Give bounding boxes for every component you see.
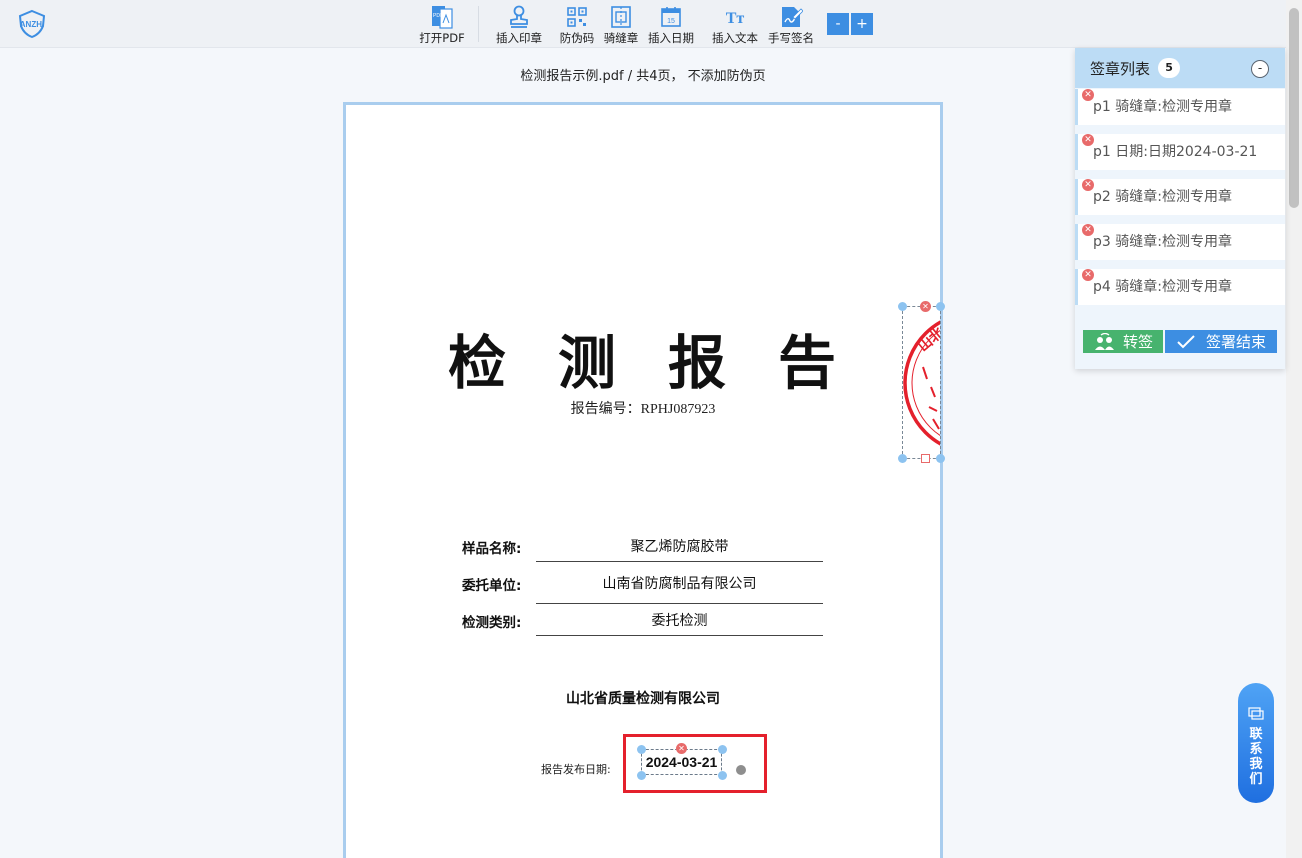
collapse-button[interactable]: - xyxy=(1251,60,1269,78)
seam-seal-icon xyxy=(611,6,631,28)
resize-handle[interactable] xyxy=(637,771,646,780)
resize-handle[interactable] xyxy=(898,454,907,463)
delete-item-icon[interactable]: ✕ xyxy=(1082,224,1094,236)
insert-date-button[interactable]: 15 插入日期 xyxy=(646,3,696,45)
resize-handle[interactable] xyxy=(718,771,727,780)
test-category-label: 检测类别: xyxy=(462,615,522,631)
seal-item-label: p1 骑缝章:检测专用章 xyxy=(1093,99,1232,115)
client-unit-label: 委托单位: xyxy=(462,578,522,594)
drag-dot[interactable] xyxy=(736,765,746,775)
delete-item-icon[interactable]: ✕ xyxy=(1082,179,1094,191)
anzhi-logo-icon: ANZHI xyxy=(12,9,52,39)
zoom-out-button[interactable]: - xyxy=(827,13,849,35)
seal-list-item[interactable]: p2 骑缝章:检测专用章 ✕ xyxy=(1075,179,1285,215)
resize-handle[interactable] xyxy=(936,454,945,463)
anti-counterfeit-label: 防伪码 xyxy=(559,31,595,45)
svg-text:ANZHI: ANZHI xyxy=(20,20,44,29)
seam-seal-stamp[interactable]: 山北省 xyxy=(902,306,941,459)
seal-item-label: p3 骑缝章:检测专用章 xyxy=(1093,234,1232,250)
insert-stamp-label: 插入印章 xyxy=(496,31,542,45)
seal-list-title: 签章列表 xyxy=(1090,59,1151,78)
handwritten-signature-label: 手写签名 xyxy=(768,31,814,45)
open-pdf-label: 打开PDF xyxy=(419,31,465,45)
sample-name-label: 样品名称: xyxy=(462,541,522,557)
seal-rotate-icon[interactable] xyxy=(921,454,930,463)
seal-list-item[interactable]: p3 骑缝章:检测专用章 ✕ xyxy=(1075,224,1285,260)
pdf-file-icon: PDF xyxy=(432,6,453,29)
delete-item-icon[interactable]: ✕ xyxy=(1082,269,1094,281)
delete-date-stamp-icon[interactable]: ✕ xyxy=(676,743,687,754)
toolbar-divider xyxy=(478,6,479,42)
delete-item-icon[interactable]: ✕ xyxy=(1082,89,1094,101)
svg-text:山北省: 山北省 xyxy=(915,315,941,355)
delete-item-icon[interactable]: ✕ xyxy=(1082,134,1094,146)
resize-handle[interactable] xyxy=(936,302,945,311)
svg-text:PDF: PDF xyxy=(433,13,443,19)
finish-signing-label: 签署结束 xyxy=(1205,333,1266,351)
svg-text:15: 15 xyxy=(667,18,675,25)
toolbar: ANZHI PDF 打开PDF 插入印章 防伪码 骑缝章 15 插入日期 Tт … xyxy=(0,0,1286,48)
seal-list-panel: 签章列表 5 - p1 骑缝章:检测专用章 ✕ p1 日期:日期2024-03-… xyxy=(1075,48,1285,369)
resize-handle[interactable] xyxy=(718,745,727,754)
seal-count-badge: 5 xyxy=(1158,58,1181,78)
insert-text-button[interactable]: Tт 插入文本 xyxy=(710,3,760,45)
seal-list-header: 签章列表 5 - xyxy=(1075,48,1285,88)
company-name: 山北省质量检测有限公司 xyxy=(566,691,720,707)
contact-us-button[interactable]: 联系我们 xyxy=(1238,683,1274,803)
report-title: 检测报告 xyxy=(448,329,889,397)
transfer-sign-label: 转签 xyxy=(1122,333,1153,351)
transfer-sign-button[interactable]: 转签 xyxy=(1083,330,1163,353)
calendar-icon: 15 xyxy=(661,7,681,27)
contact-us-label: 联系我们 xyxy=(1249,727,1263,787)
handwritten-signature-button[interactable]: 手写签名 xyxy=(766,3,816,45)
stamp-icon xyxy=(510,5,528,28)
report-number: 报告编号：RPHJ087923 xyxy=(570,402,716,417)
vertical-scrollbar[interactable] xyxy=(1286,0,1302,858)
insert-date-label: 插入日期 xyxy=(648,31,694,45)
check-icon xyxy=(1177,334,1195,348)
seam-seal-button[interactable]: 骑缝章 xyxy=(602,3,640,45)
qr-code-icon xyxy=(567,7,587,27)
svg-text:Tт: Tт xyxy=(726,10,745,27)
scrollbar-thumb[interactable] xyxy=(1289,8,1299,208)
anti-counterfeit-button[interactable]: 防伪码 xyxy=(558,3,596,45)
chat-icon xyxy=(1248,707,1264,720)
zoom-in-button[interactable]: + xyxy=(851,13,873,35)
delete-seal-icon[interactable]: ✕ xyxy=(920,301,931,312)
text-icon: Tт xyxy=(726,10,745,27)
seal-graphic: 山北省 xyxy=(903,315,941,446)
client-unit-value: 山南省防腐制品有限公司 xyxy=(536,573,823,604)
seal-item-label: p4 骑缝章:检测专用章 xyxy=(1093,279,1232,295)
insert-stamp-button[interactable]: 插入印章 xyxy=(494,3,544,45)
seal-item-label: p1 日期:日期2024-03-21 xyxy=(1093,144,1258,160)
open-pdf-button[interactable]: PDF 打开PDF xyxy=(418,3,466,45)
publish-date-label: 报告发布日期: xyxy=(541,763,611,776)
insert-text-label: 插入文本 xyxy=(712,31,758,45)
finish-signing-button[interactable]: 签署结束 xyxy=(1165,330,1277,353)
sample-name-value: 聚乙烯防腐胶带 xyxy=(536,536,823,562)
seal-item-label: p2 骑缝章:检测专用章 xyxy=(1093,189,1232,205)
signature-icon xyxy=(782,7,803,27)
seal-list-item[interactable]: p1 日期:日期2024-03-21 ✕ xyxy=(1075,134,1285,170)
test-category-value: 委托检测 xyxy=(536,610,823,636)
resize-handle[interactable] xyxy=(898,302,907,311)
users-transfer-icon xyxy=(1094,332,1114,350)
seal-list-item[interactable]: p1 骑缝章:检测专用章 ✕ xyxy=(1075,89,1285,125)
resize-handle[interactable] xyxy=(637,745,646,754)
seam-seal-label: 骑缝章 xyxy=(603,31,639,45)
seal-list-item[interactable]: p4 骑缝章:检测专用章 ✕ xyxy=(1075,269,1285,305)
document-info: 检测报告示例.pdf / 共4页， 不添加防伪页 xyxy=(520,69,766,84)
